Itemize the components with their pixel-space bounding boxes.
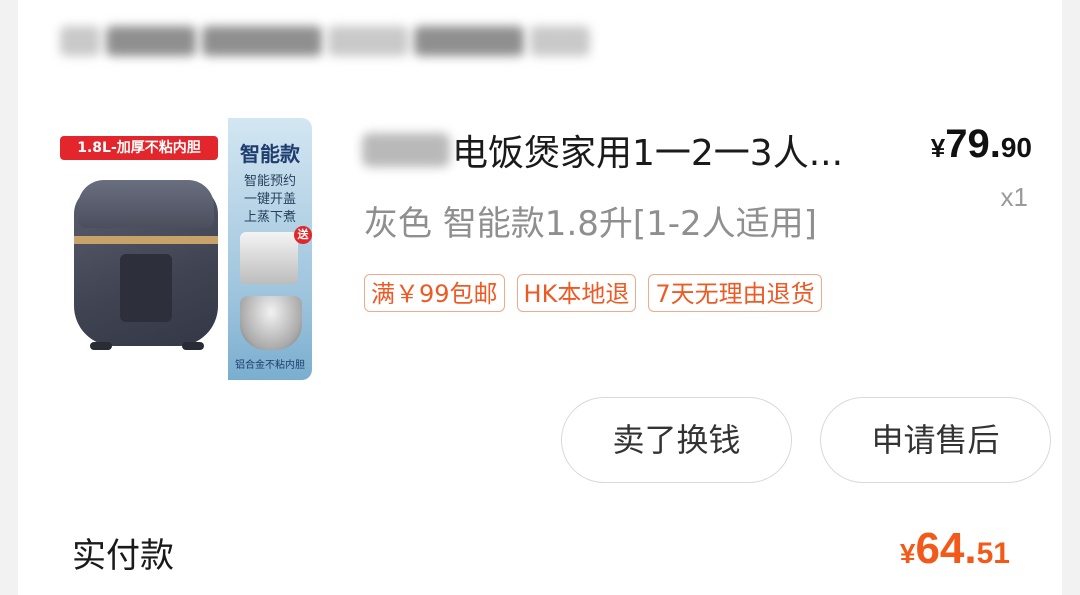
rice-cooker-band <box>74 236 218 244</box>
paid-decimal: 51 <box>976 537 1010 570</box>
gift-badge: 送 <box>294 226 312 244</box>
product-title: 电饭煲家用1一2一3人... <box>452 133 844 174</box>
rice-cooker-control-panel <box>120 254 172 322</box>
paid-amount-label: 实付款 <box>72 536 174 576</box>
product-thumbnail[interactable]: 1.8L-加厚不粘内胆 智能款 智能预约 一键开盖 上蒸下煮 送 铝合金不粘内胆 <box>56 118 312 380</box>
image-pot-caption: 铝合金不粘内胆 <box>235 360 305 371</box>
price-currency: ¥ <box>930 133 946 163</box>
brand-blurred <box>362 133 450 167</box>
product-quantity: x1 <box>1000 182 1028 212</box>
paid-integer: 64. <box>915 524 977 573</box>
steamer-illustration <box>240 232 298 284</box>
price-decimal: 90 <box>1000 132 1032 163</box>
after-sale-button[interactable]: 申请售后 <box>820 397 1051 483</box>
price-integer: 79. <box>945 122 1001 166</box>
service-tags: 满￥99包邮 HK本地退 7天无理由退货 <box>364 274 822 312</box>
product-title-row[interactable]: 电饭煲家用1一2一3人... <box>362 124 902 176</box>
shop-name-blurred[interactable] <box>60 14 605 68</box>
image-side-line: 上蒸下煮 <box>243 210 296 225</box>
product-price: ¥79.90 <box>931 122 1032 167</box>
image-side-title: 智能款 <box>240 142 300 166</box>
sell-for-cash-button[interactable]: 卖了换钱 <box>561 397 792 483</box>
rice-cooker-foot <box>90 342 112 350</box>
tag-hk-local-return: HK本地退 <box>516 274 637 312</box>
rice-cooker-foot <box>182 342 204 350</box>
image-side-line: 一键开盖 <box>243 192 296 207</box>
image-capacity-badge: 1.8L-加厚不粘内胆 <box>60 136 218 160</box>
paid-currency: ¥ <box>899 538 916 569</box>
inner-pot-illustration <box>240 296 302 350</box>
tag-7day-return: 7天无理由退货 <box>648 274 822 312</box>
rice-cooker-lid <box>78 180 214 228</box>
tag-free-shipping: 满￥99包邮 <box>364 274 505 312</box>
paid-amount: ¥64.51 <box>900 524 1010 574</box>
image-side-line: 智能预约 <box>243 174 296 189</box>
product-variant: 灰色 智能款1.8升[1-2人适用] <box>364 204 817 244</box>
order-item-card: 1.8L-加厚不粘内胆 智能款 智能预约 一键开盖 上蒸下煮 送 铝合金不粘内胆… <box>18 0 1062 595</box>
